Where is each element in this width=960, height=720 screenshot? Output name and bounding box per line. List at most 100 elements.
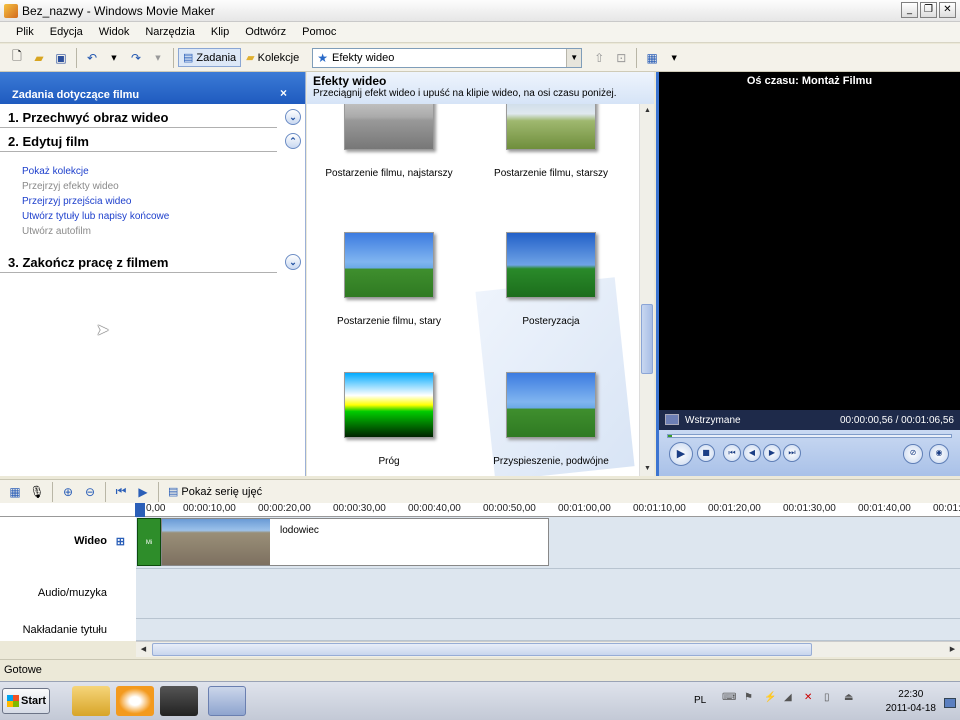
camera-icon[interactable] [160, 686, 198, 716]
effect-item[interactable]: Postarzenie filmu, starszy [471, 104, 631, 179]
menu-file[interactable]: Plik [8, 26, 42, 38]
new-folder-icon[interactable]: ⊡ [612, 49, 630, 67]
expand-icon[interactable]: ⌄ [285, 109, 301, 125]
open-project-icon[interactable]: ▰ [30, 49, 48, 67]
undo-icon[interactable]: ↶ [83, 49, 101, 67]
fast-forward-icon[interactable]: ⏭ [783, 444, 801, 462]
redo-icon[interactable]: ↷ [127, 49, 145, 67]
menu-view[interactable]: Widok [91, 26, 138, 38]
scroll-down-icon[interactable]: ▼ [640, 462, 655, 476]
collection-select[interactable]: ★ Efekty wideo ▼ [312, 47, 583, 68]
explorer-icon[interactable] [72, 686, 110, 716]
effect-thumbnail [506, 372, 596, 438]
effect-item[interactable]: Postarzenie filmu, najstarszy [309, 104, 469, 179]
safely-remove-icon[interactable]: ⏏ [844, 692, 853, 703]
close-icon[interactable]: × [280, 86, 287, 100]
tasks-button[interactable]: ▤ Zadania [178, 48, 242, 67]
volume-icon[interactable]: ✕ [804, 692, 812, 703]
video-lane[interactable]: Mi lodowiec [136, 517, 960, 569]
rewind-timeline-icon[interactable]: ⏮ [112, 483, 130, 501]
expand-icon[interactable]: ⌄ [285, 254, 301, 270]
effects-scrollbar[interactable]: ▲ ▼ [639, 104, 654, 476]
chevron-down-icon[interactable]: ▼ [566, 48, 582, 67]
title-track-label: Nakładanie tytułu [22, 624, 107, 636]
zoom-in-icon[interactable]: ⊕ [59, 483, 77, 501]
up-folder-icon[interactable]: ⇧ [590, 49, 608, 67]
scroll-right-icon[interactable]: ▶ [945, 643, 960, 657]
clock[interactable]: 22:30 2011-04-18 [886, 688, 936, 716]
network-icon[interactable]: ◢ [784, 692, 792, 703]
snapshot-icon[interactable]: ◉ [929, 444, 949, 464]
effect-thumbnail [506, 232, 596, 298]
scroll-thumb[interactable] [641, 304, 653, 374]
show-desktop-icon[interactable] [944, 698, 956, 708]
menu-help[interactable]: Pomoc [294, 26, 344, 38]
storyboard-icon[interactable]: ▦ [6, 483, 24, 501]
ruler-tick: 00:00:20,00 [258, 503, 311, 514]
collapse-icon[interactable]: ⌃ [285, 133, 301, 149]
seek-progress [668, 435, 672, 437]
menu-clip[interactable]: Klip [203, 26, 237, 38]
scroll-left-icon[interactable]: ◀ [136, 643, 151, 657]
menu-play[interactable]: Odtwórz [237, 26, 294, 38]
media-player-icon[interactable] [116, 686, 154, 716]
link-make-titles[interactable]: Utwórz tytuły lub napisy końcowe [22, 209, 305, 224]
menu-tools[interactable]: Narzędzia [137, 26, 203, 38]
language-indicator[interactable]: PL [694, 695, 706, 706]
folder-icon: ▰ [246, 52, 255, 64]
collections-button[interactable]: ▰ Kolekcje [241, 48, 304, 67]
effects-grid: Postarzenie filmu, najstarszy Postarzeni… [307, 104, 639, 476]
play-icon[interactable]: ▶ [669, 442, 693, 466]
mouse-cursor-icon: ➤ [96, 322, 110, 339]
narrate-icon[interactable]: 🎙 [28, 483, 46, 501]
video-clip[interactable]: lodowiec [161, 518, 549, 566]
effect-item[interactable]: Postarzenie filmu, stary [309, 232, 469, 327]
previous-frame-icon[interactable]: ◀ [743, 444, 761, 462]
undo-dropdown-icon[interactable]: ▼ [105, 49, 123, 67]
transition-block[interactable]: Mi [137, 518, 161, 566]
audio-lane[interactable] [136, 569, 960, 619]
scroll-thumb[interactable] [152, 643, 812, 656]
start-button[interactable]: Start [2, 688, 50, 714]
power-icon[interactable]: ⚡ [764, 692, 776, 703]
movie-maker-taskbar-icon[interactable] [208, 686, 246, 716]
next-frame-icon[interactable]: ▶ [763, 444, 781, 462]
flag-icon[interactable]: ⚑ [744, 692, 753, 703]
section-edit[interactable]: 2. Edytuj film ⌃ [0, 128, 301, 152]
title-lane[interactable] [136, 619, 960, 641]
restore-button[interactable]: ❐ [920, 2, 937, 18]
timeline-tracks: Wideo ⊞ Mi lodowiec Audio/muzyka Nakłada… [0, 517, 960, 641]
keyboard-icon[interactable]: ⌨ [722, 692, 736, 703]
audio-track-label: Audio/muzyka [37, 587, 107, 599]
expand-track-icon[interactable]: ⊞ [116, 535, 125, 548]
save-project-icon[interactable]: ▣ [52, 49, 70, 67]
show-storyboard-button[interactable]: ▤ Pokaż serię ujęć [163, 482, 267, 501]
stop-icon[interactable]: ■ [697, 444, 715, 462]
link-view-transitions[interactable]: Przejrzyj przejścia wideo [22, 194, 305, 209]
timeline-ruler[interactable]: 0,00 00:00:10,00 00:00:20,00 00:00:30,00 00:… [0, 503, 960, 517]
rewind-icon[interactable]: ⏮ [723, 444, 741, 462]
views-icon[interactable]: ▦ [643, 49, 661, 67]
ruler-tick: 00:00:30,00 [333, 503, 386, 514]
timeline-scrollbar[interactable]: ◀ ▶ [136, 641, 960, 657]
ruler-tick: 00:01:40,00 [858, 503, 911, 514]
section-finish[interactable]: 3. Zakończ pracę z filmem ⌄ [0, 249, 301, 273]
menu-edit[interactable]: Edycja [42, 26, 91, 38]
scroll-up-icon[interactable]: ▲ [640, 104, 655, 118]
split-icon[interactable]: ⊘ [903, 444, 923, 464]
close-button[interactable]: ✕ [939, 2, 956, 18]
link-show-collections[interactable]: Pokaż kolekcje [22, 164, 305, 179]
device-icon[interactable]: ▯ [824, 692, 830, 703]
new-project-icon[interactable]: 🗋 [8, 49, 26, 67]
effect-item[interactable]: Przyspieszenie, podwójne [471, 372, 631, 467]
redo-dropdown-icon[interactable]: ▼ [149, 49, 167, 67]
effect-item[interactable]: Posteryzacja [471, 232, 631, 327]
effect-item[interactable]: Próg [309, 372, 469, 467]
zoom-out-icon[interactable]: ⊖ [81, 483, 99, 501]
play-timeline-icon[interactable]: ▶ [134, 483, 152, 501]
views-dropdown-icon[interactable]: ▼ [665, 49, 683, 67]
section-capture[interactable]: 1. Przechwyć obraz wideo ⌄ [0, 104, 301, 128]
minimize-button[interactable]: _ [901, 2, 918, 18]
seek-bar[interactable] [667, 434, 952, 438]
playhead[interactable] [135, 503, 145, 517]
